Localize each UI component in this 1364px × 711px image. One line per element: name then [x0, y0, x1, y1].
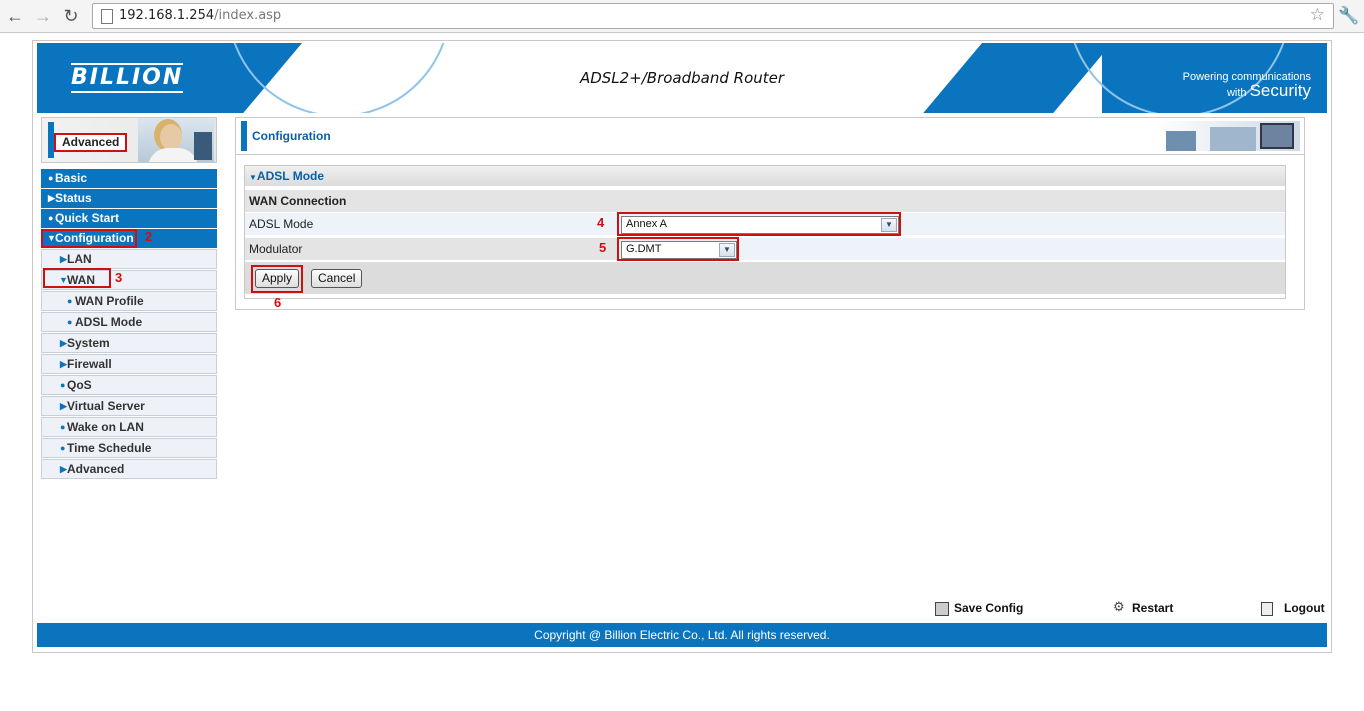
sidebar-item-qos[interactable]: ● QoS — [41, 375, 217, 395]
restart-link[interactable]: Restart — [1132, 601, 1173, 615]
adsl-mode-panel: ▼ADSL Mode WAN Connection ADSL Mode 4 An… — [244, 165, 1286, 299]
highlight-adsl-mode — [617, 212, 901, 236]
panel-title: ADSL Mode — [256, 169, 325, 183]
url-text[interactable]: 192.168.1.254/index.asp — [119, 8, 281, 23]
copyright-bar: Copyright @ Billion Electric Co., Ltd. A… — [37, 623, 1327, 647]
annotation-5: 5 — [599, 240, 607, 255]
save-config-link[interactable]: Save Config — [954, 601, 1023, 615]
cancel-button[interactable]: Cancel — [311, 269, 363, 288]
forward-icon[interactable]: → — [32, 5, 54, 27]
annotation-6: 6 — [274, 295, 282, 310]
sidebar-item-status[interactable]: ▶ Status — [41, 189, 217, 208]
reload-icon[interactable]: ↻ — [60, 5, 82, 27]
sidebar-item-lan[interactable]: ▶ LAN — [41, 249, 217, 269]
collapse-triangle-icon: ▼ — [249, 173, 257, 182]
banner-title: ADSL2+/Broadband Router — [579, 69, 785, 87]
modulator-row: Modulator 5 G.DMT ▼ — [245, 237, 1285, 261]
sidebar-item-virtual-server[interactable]: ▶ Virtual Server — [41, 396, 217, 416]
modulator-label: Modulator — [249, 242, 303, 256]
banner: BILLION ADSL2+/Broadband Router Powering… — [37, 43, 1327, 113]
sidebar-item-time-schedule[interactable]: ● Time Schedule — [41, 438, 217, 458]
logout-link[interactable]: Logout — [1284, 601, 1325, 615]
adsl-mode-label: ADSL Mode — [249, 217, 314, 231]
highlight-wan — [43, 268, 111, 288]
sidebar: Advanced 1 ●Basic ▶Status ●Quick Start ▼… — [41, 117, 217, 479]
powering-security-tagline: Powering communications with Security — [1182, 71, 1311, 100]
page-title: Configuration — [252, 129, 331, 143]
restart-icon: ⚙ — [1113, 599, 1125, 614]
sidebar-item-basic[interactable]: ● Basic — [41, 169, 217, 188]
annotation-2: 2 — [145, 229, 153, 244]
content-body: ▼ADSL Mode WAN Connection ADSL Mode 4 An… — [235, 155, 1305, 310]
back-icon[interactable]: ← — [4, 5, 26, 27]
sidebar-item-wake-on-lan[interactable]: ● Wake on LAN — [41, 417, 217, 437]
router-page: BILLION ADSL2+/Broadband Router Powering… — [32, 40, 1332, 653]
sidebar-item-wan-profile[interactable]: ● WAN Profile — [41, 291, 217, 311]
content-header: Configuration — [235, 117, 1305, 155]
mode-panel: Advanced 1 — [41, 117, 217, 163]
logout-door-icon — [1261, 602, 1273, 616]
section-title: WAN Connection — [249, 194, 347, 208]
support-woman-photo — [138, 118, 214, 162]
sidebar-item-quick-start[interactable]: ● Quick Start — [41, 209, 217, 228]
office-decoration-image — [1156, 121, 1300, 151]
highlight-apply — [251, 265, 303, 293]
browser-toolbar: ← → ↻ 192.168.1.254/index.asp ☆ 🔧 — [0, 0, 1364, 33]
annotation-4: 4 — [597, 215, 605, 230]
panel-header: ▼ADSL Mode — [245, 166, 1285, 186]
highlight-modulator — [617, 237, 739, 261]
button-row: Apply Cancel — [245, 262, 1285, 294]
adsl-mode-row: ADSL Mode 4 Annex A ▼ — [245, 212, 1285, 236]
sidebar-item-adsl-mode[interactable]: ● ADSL Mode — [41, 312, 217, 332]
sidebar-item-firewall[interactable]: ▶ Firewall — [41, 354, 217, 374]
address-bar[interactable]: 192.168.1.254/index.asp ☆ — [92, 3, 1334, 29]
annotation-3: 3 — [115, 270, 123, 285]
floppy-disk-icon — [935, 602, 949, 616]
wrench-icon[interactable]: 🔧 — [1338, 6, 1359, 26]
page-icon — [101, 9, 113, 24]
bookmark-star-icon[interactable]: ☆ — [1310, 5, 1325, 25]
sidebar-menu: ● Basic ▶ Status ● Quick Start ▼ Configurati… — [41, 169, 217, 480]
section-row: WAN Connection — [245, 190, 1285, 212]
sidebar-item-advanced[interactable]: ▶ Advanced — [41, 459, 217, 479]
sidebar-item-system[interactable]: ▶ System — [41, 333, 217, 353]
advanced-mode-label[interactable]: Advanced — [54, 133, 128, 152]
highlight-configuration — [41, 229, 137, 248]
